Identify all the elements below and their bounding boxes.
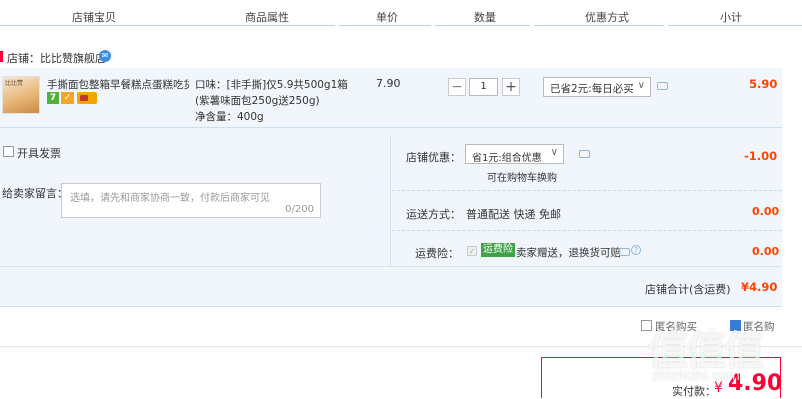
quantity-decrease-button[interactable]: − [448,78,466,96]
insurance-value: 卖家赠送，退换货可赔 [516,247,621,259]
message-label: 给卖家留言： [2,187,68,200]
item-title[interactable]: 手撕面包整箱早餐糕点蛋糕吃货... [47,77,189,92]
watermark-logo: 值值值 [648,328,764,374]
help-icon[interactable]: ? [631,245,641,255]
row-divider [392,190,782,191]
row-divider [392,230,782,231]
invoice-label: 开具发票 [17,147,61,160]
comment-icon[interactable] [657,82,668,90]
watermark-site: zhizhizhi.com [652,369,740,384]
col-promo: 优惠方式 [585,11,629,24]
quantity-increase-button[interactable]: + [502,78,520,96]
pay-label: 实付款： [672,385,716,398]
chevron-down-icon: ∨ [550,147,558,158]
shipping-label: 运送方式： [406,208,461,221]
shop-marker [0,51,3,62]
panel-divider [0,266,782,267]
quantity-input[interactable]: 1 [469,78,498,96]
item-attr-flavor: 口味：[非手撕]仅5.9共500g1箱 [195,79,348,91]
shop-total-label: 店铺合计(含运费) [645,283,731,296]
chat-icon[interactable]: ✉ [99,50,111,62]
promo-select-value: 已省2元:每日必买 [550,83,634,95]
header-underline [668,25,802,26]
header-underline [534,25,664,26]
col-subtotal: 小计 [720,11,742,24]
shop-discount-select[interactable]: 省1元:组合优惠 ∨ [465,144,564,164]
shop-discount-amount: -1.00 [744,149,778,163]
header-underline [339,25,431,26]
product-image[interactable]: 比比赞 [2,76,40,114]
header-underline [0,25,335,26]
unit-price: 7.90 [376,77,401,90]
insurance-tag: 运费险 [481,243,515,257]
shipping-value: 普通配送 快递 免邮 [466,208,561,221]
table-header: 店铺宝贝 商品属性 单价 数量 优惠方式 小计 [0,0,802,32]
item-subtotal: 5.90 [749,77,778,91]
comment-icon[interactable] [619,248,630,256]
shop-discount-note[interactable]: 可在购物车换购 [487,169,557,184]
panel-divider [390,136,391,266]
credit-card-icon [77,92,97,104]
seven-day-return-icon: 7 [47,92,59,104]
col-price: 单价 [376,11,398,24]
shop-name[interactable]: 店铺：比比赞旗舰店 [7,50,106,66]
message-counter: 0/200 [285,204,314,215]
item-attr-weight: 净含量：400g [195,111,264,123]
insurance-amount: 0.00 [752,245,780,258]
chevron-down-icon: ∨ [637,80,645,91]
col-quantity: 数量 [474,11,496,24]
insurance-checkbox[interactable]: ✓ [467,246,477,256]
shipping-amount: 0.00 [752,205,780,218]
comment-icon[interactable] [579,150,590,158]
guarantee-icon: ✓ [61,92,74,104]
promo-select[interactable]: 已省2元:每日必买 ∨ [543,77,651,97]
message-textarea[interactable]: 选填，请先和商家协商一致，付款后商家可见 0/200 [61,183,321,218]
col-attributes: 商品属性 [245,11,289,24]
col-shop-item: 店铺宝贝 [72,11,116,24]
invoice-checkbox[interactable] [3,146,14,157]
shop-discount-label: 店铺优惠： [406,151,461,164]
item-attr-detail: (紫薯味面包250g送250g) [195,95,320,107]
shop-discount-value: 省1元:组合优惠 [472,153,542,164]
message-placeholder: 选填，请先和商家协商一致，付款后商家可见 [70,193,270,204]
insurance-label: 运费险： [415,247,459,260]
shop-total-amount: ¥4.90 [741,280,778,294]
header-underline [435,25,530,26]
